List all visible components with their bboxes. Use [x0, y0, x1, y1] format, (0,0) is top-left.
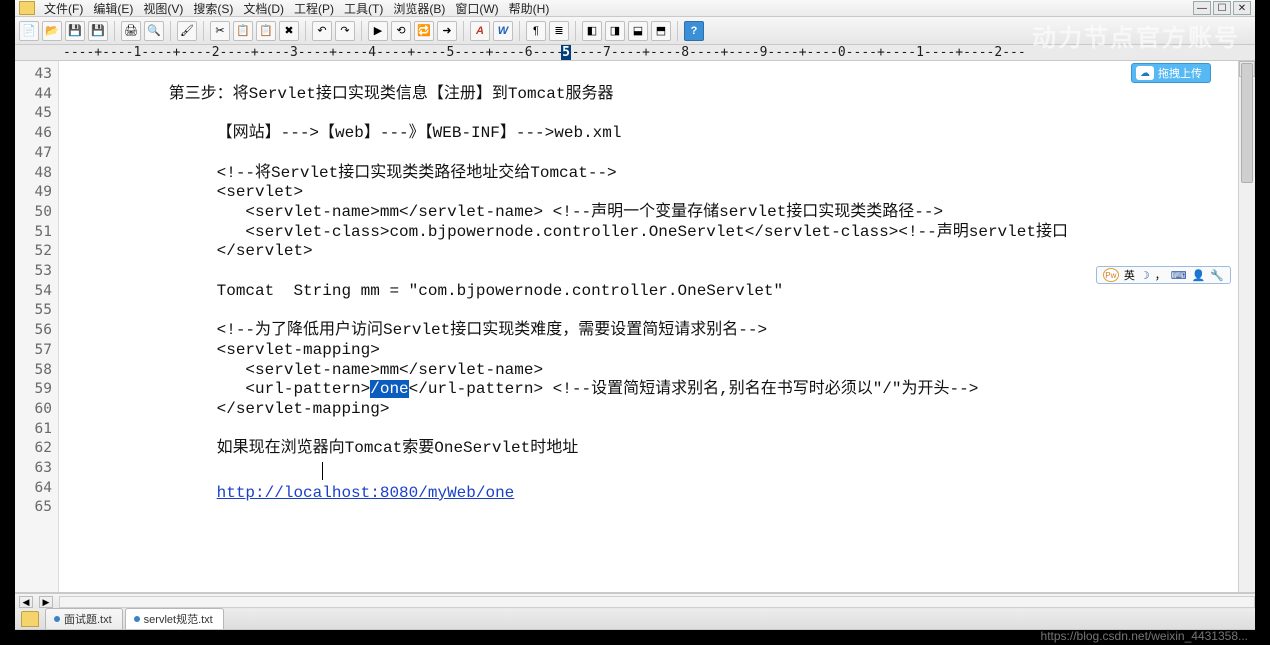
comma-icon: ， [1155, 267, 1166, 283]
upload-label: 拖拽上传 [1158, 65, 1202, 81]
cloud-icon: ☁ [1136, 66, 1154, 80]
drag-upload-button[interactable]: ☁ 拖拽上传 [1131, 63, 1211, 83]
ruler: ----+----1----+----2----+----3----+----4… [15, 45, 1255, 61]
print-preview-button[interactable]: 🔍 [144, 21, 164, 41]
menu-item[interactable]: 工程(P) [289, 0, 339, 18]
folder-icon[interactable] [21, 611, 39, 627]
play-macro-button[interactable]: ⟲ [391, 21, 411, 41]
new-file-button[interactable]: 📄 [19, 21, 39, 41]
open-file-button[interactable]: 📂 [42, 21, 62, 41]
panel-left-button[interactable]: ◧ [582, 21, 602, 41]
copy-format-button[interactable]: 🖌 [177, 21, 197, 41]
menu-item[interactable]: 浏览器(B) [388, 0, 450, 18]
cut-button[interactable]: ✂ [210, 21, 230, 41]
document-tab[interactable]: 面试题.txt [45, 608, 123, 629]
help-button[interactable]: ? [684, 21, 704, 41]
replace-button[interactable]: 🔁 [414, 21, 434, 41]
menu-item[interactable]: 窗口(W) [450, 0, 503, 18]
panel-top-button[interactable]: ⬒ [651, 21, 671, 41]
menu-item[interactable]: 文档(D) [238, 0, 289, 18]
ruler-column-marker: 5 [561, 45, 571, 61]
maximize-button[interactable]: ☐ [1213, 1, 1231, 15]
document-tab[interactable]: servlet规范.txt [125, 608, 224, 629]
hscroll-bar[interactable]: ◀ ▶ [15, 593, 1255, 609]
menu-item[interactable]: 编辑(E) [88, 0, 138, 18]
paste-button[interactable]: 📋 [256, 21, 276, 41]
tab-dot-icon [54, 616, 60, 622]
tab-label: servlet规范.txt [144, 611, 213, 627]
close-button[interactable]: ✕ [1233, 1, 1251, 15]
menu-item[interactable]: 帮助(H) [504, 0, 555, 18]
keyboard-icon: ⌨ [1171, 269, 1187, 282]
user-icon: 👤 [1192, 269, 1206, 282]
goto-button[interactable]: ➜ [437, 21, 457, 41]
show-invisible-button[interactable]: ¶ [526, 21, 546, 41]
app-icon [19, 1, 35, 15]
tab-dot-icon [134, 616, 140, 622]
menu-item[interactable]: 工具(T) [339, 0, 388, 18]
minimize-button[interactable]: — [1193, 1, 1211, 15]
save-button[interactable]: 💾 [65, 21, 85, 41]
word-wrap-button[interactable]: W [493, 21, 513, 41]
delete-button[interactable]: ✖ [279, 21, 299, 41]
ime-lang: 英 [1124, 267, 1135, 283]
indent-guides-button[interactable]: ≣ [549, 21, 569, 41]
tab-label: 面试题.txt [64, 611, 112, 627]
undo-button[interactable]: ↶ [312, 21, 332, 41]
print-button[interactable]: 🖨 [121, 21, 141, 41]
document-tab-bar: 面试题.txt servlet规范.txt [15, 609, 1255, 630]
line-gutter: 4344454647484950515253545556575859606162… [15, 61, 59, 592]
record-macro-button[interactable]: ▶ [368, 21, 388, 41]
toolbar: 📄📂💾💾🖨🔍🖌✂📋📋✖↶↷▶⟲🔁➜AW¶≣◧◨⬓⬒? [15, 17, 1255, 45]
menu-item[interactable]: 视图(V) [138, 0, 188, 18]
copy-button[interactable]: 📋 [233, 21, 253, 41]
menu-item[interactable]: 搜索(S) [188, 0, 238, 18]
ime-indicator[interactable]: Pw 英 ☽ ， ⌨ 👤 🔧 [1096, 266, 1231, 284]
font-color-button[interactable]: A [470, 21, 490, 41]
ime-logo-icon: Pw [1103, 268, 1119, 282]
settings-icon: 🔧 [1210, 269, 1224, 282]
panel-right-button[interactable]: ◨ [605, 21, 625, 41]
redo-button[interactable]: ↷ [335, 21, 355, 41]
text-editor[interactable]: 第三步：将Servlet接口实现类信息【注册】到Tomcat服务器 【网站】--… [59, 61, 1255, 592]
menu-bar: 文件(F)编辑(E)视图(V)搜索(S)文档(D)工程(P)工具(T)浏览器(B… [15, 0, 1255, 17]
footer-url: https://blog.csdn.net/weixin_4431358... [1041, 629, 1248, 643]
panel-bottom-button[interactable]: ⬓ [628, 21, 648, 41]
menu-item[interactable]: 文件(F) [39, 0, 88, 18]
ruler-text: ----+----1----+----2----+----3----+----4… [15, 45, 1026, 60]
editor-area: 4344454647484950515253545556575859606162… [15, 61, 1255, 593]
save-all-button[interactable]: 💾 [88, 21, 108, 41]
moon-icon: ☽ [1140, 269, 1150, 282]
vertical-scrollbar[interactable] [1238, 61, 1255, 592]
